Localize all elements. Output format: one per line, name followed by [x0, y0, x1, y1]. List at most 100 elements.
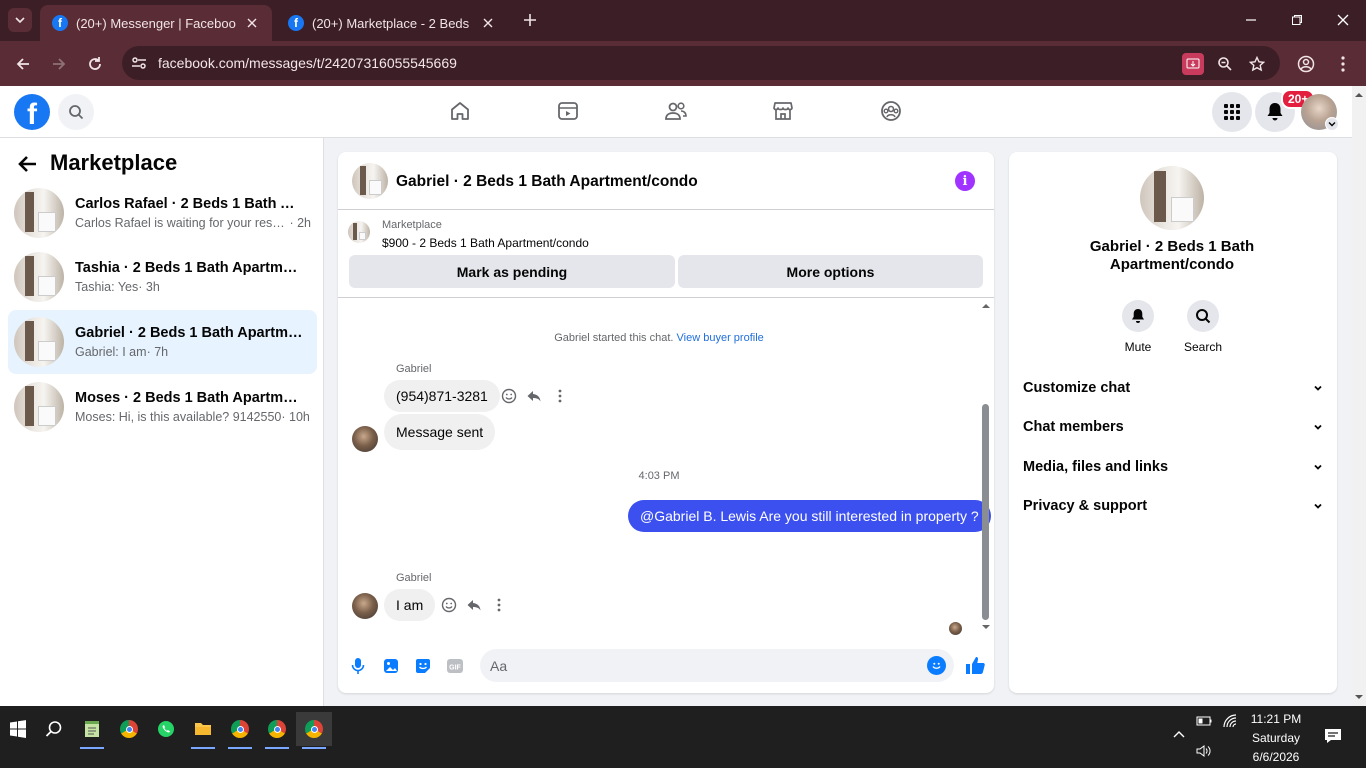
chrome-icon — [231, 720, 249, 738]
scroll-down-arrow-icon[interactable] — [980, 622, 992, 632]
section-media-files-links[interactable]: Media, files and links — [1023, 455, 1323, 479]
facebook-logo[interactable]: f — [14, 94, 50, 130]
close-tab-icon[interactable] — [244, 15, 260, 31]
more-actions-icon[interactable] — [489, 595, 509, 615]
nav-groups[interactable] — [878, 98, 904, 124]
new-tab-button[interactable] — [520, 10, 540, 30]
browser-toolbar: facebook.com/messages/t/2420731605554566… — [0, 41, 1366, 86]
sender-avatar[interactable] — [352, 426, 378, 452]
react-icon[interactable] — [439, 595, 459, 615]
section-privacy-support[interactable]: Privacy & support — [1023, 494, 1323, 518]
taskbar-notepad[interactable] — [74, 712, 110, 749]
install-app-icon[interactable] — [1182, 53, 1204, 75]
like-thumbs-up-icon[interactable] — [964, 654, 986, 676]
close-tab-icon[interactable] — [480, 15, 496, 31]
view-buyer-profile-link[interactable]: View buyer profile — [677, 332, 764, 344]
conversation-item-tashia[interactable]: Tashia · 2 Beds 1 Bath Apartment/condo T… — [8, 245, 317, 309]
tab-search-button[interactable] — [8, 8, 32, 32]
reload-button[interactable] — [82, 51, 108, 77]
account-caret[interactable] — [1325, 117, 1339, 131]
browser-menu-button[interactable] — [1330, 51, 1356, 77]
taskbar-file-explorer[interactable] — [185, 712, 221, 749]
menu-button[interactable] — [1212, 92, 1252, 132]
address-bar[interactable]: facebook.com/messages/t/2420731605554566… — [122, 46, 1280, 80]
photo-icon[interactable] — [381, 656, 401, 676]
emoji-icon[interactable] — [927, 656, 946, 675]
taskbar-chrome-4[interactable] — [296, 712, 332, 749]
more-options-button[interactable]: More options — [678, 255, 983, 288]
profile-button[interactable] — [1293, 51, 1319, 77]
chat-title[interactable]: Gabriel · 2 Beds 1 Bath Apartment/condo — [396, 173, 698, 191]
message-bubble[interactable]: Message sent — [384, 414, 496, 450]
more-actions-icon[interactable] — [550, 386, 570, 406]
browser-tab-messenger[interactable]: f (20+) Messenger | Facebook — [40, 5, 272, 41]
conversation-item-gabriel[interactable]: Gabriel · 2 Beds 1 Bath Apartment/condo … — [8, 310, 317, 374]
show-hidden-icons[interactable] — [1172, 730, 1186, 740]
info-icon[interactable]: i — [955, 171, 975, 191]
url-text[interactable]: facebook.com/messages/t/2420731605554566… — [158, 55, 457, 71]
page-scrollbar[interactable] — [1352, 86, 1366, 706]
action-center-button[interactable] — [1324, 728, 1342, 744]
scroll-up-arrow-icon[interactable] — [1352, 88, 1366, 102]
message-composer: GIF — [338, 642, 994, 692]
mute-button[interactable]: Mute — [1108, 300, 1168, 354]
reply-icon[interactable] — [524, 386, 544, 406]
restore-button[interactable] — [1285, 8, 1309, 32]
voice-clip-icon[interactable] — [348, 656, 368, 676]
listing-price-title[interactable]: $900 - 2 Beds 1 Bath Apartment/condo — [382, 236, 589, 250]
back-arrow-button[interactable] — [16, 152, 40, 176]
chat-scrollbar[interactable] — [980, 298, 992, 630]
nav-marketplace[interactable] — [770, 98, 796, 124]
taskbar-chrome-3[interactable] — [259, 712, 295, 749]
search-in-chat-button[interactable]: Search — [1173, 300, 1233, 354]
taskbar-search-button[interactable] — [36, 712, 72, 746]
clock-time: 11:21 PM — [1250, 712, 1302, 726]
my-message-bubble[interactable]: @Gabriel B. Lewis Are you still interest… — [628, 500, 991, 532]
bookmark-star-icon[interactable] — [1246, 53, 1268, 75]
sticker-icon[interactable] — [413, 656, 433, 676]
listing-thumbnail[interactable] — [348, 221, 370, 243]
start-button[interactable] — [0, 712, 36, 746]
chevron-down-icon — [1314, 503, 1322, 509]
sender-avatar[interactable] — [352, 593, 378, 619]
chevron-down-icon — [1328, 122, 1336, 127]
scroll-down-arrow-icon[interactable] — [1352, 690, 1366, 704]
section-chat-members[interactable]: Chat members — [1023, 415, 1323, 439]
reply-icon[interactable] — [464, 595, 484, 615]
search-icon — [45, 721, 62, 737]
minimize-button[interactable] — [1239, 8, 1263, 32]
folder-icon — [195, 723, 211, 735]
taskbar-whatsapp[interactable] — [148, 712, 184, 746]
scroll-up-arrow-icon[interactable] — [980, 301, 992, 311]
conversation-avatar-large[interactable] — [1140, 166, 1204, 230]
message-input[interactable] — [490, 649, 920, 682]
conversation-item-carlos[interactable]: Carlos Rafael · 2 Beds 1 Bath Apartment/… — [8, 181, 317, 245]
battery-icon[interactable] — [1196, 716, 1212, 726]
chat-scrollbar-thumb[interactable] — [982, 404, 989, 620]
nav-video[interactable] — [555, 98, 581, 124]
nav-friends[interactable] — [663, 98, 689, 124]
section-customize-chat[interactable]: Customize chat — [1023, 376, 1323, 400]
react-icon[interactable] — [499, 386, 519, 406]
volume-icon[interactable] — [1196, 744, 1212, 758]
site-settings-icon[interactable] — [130, 54, 148, 72]
nav-home[interactable] — [447, 98, 473, 124]
taskbar-chrome-2[interactable] — [222, 712, 258, 749]
mark-as-pending-button[interactable]: Mark as pending — [349, 255, 675, 288]
chat-avatar[interactable] — [352, 163, 388, 199]
zoom-icon[interactable] — [1214, 53, 1236, 75]
wifi-icon[interactable] — [1222, 714, 1238, 728]
message-bubble[interactable]: (954)871-3281 — [384, 380, 500, 412]
back-button[interactable] — [10, 51, 36, 77]
clock[interactable]: 11:21 PM Saturday 6/6/2026 — [1244, 712, 1308, 764]
gif-icon[interactable]: GIF — [445, 656, 465, 676]
facebook-search-button[interactable] — [58, 94, 94, 130]
taskbar-chrome-1[interactable] — [111, 712, 147, 746]
close-window-button[interactable] — [1331, 8, 1355, 32]
listing-thumbnail — [14, 382, 64, 432]
message-bubble[interactable]: I am — [384, 589, 436, 621]
conversation-item-moses[interactable]: Moses · 2 Beds 1 Bath Apartment/condo Mo… — [8, 375, 317, 439]
browser-tab-marketplace[interactable]: f (20+) Marketplace - 2 Beds 1 Bath Apar… — [276, 5, 508, 41]
forward-button[interactable] — [46, 51, 72, 77]
section-label: Customize chat — [1023, 380, 1131, 396]
